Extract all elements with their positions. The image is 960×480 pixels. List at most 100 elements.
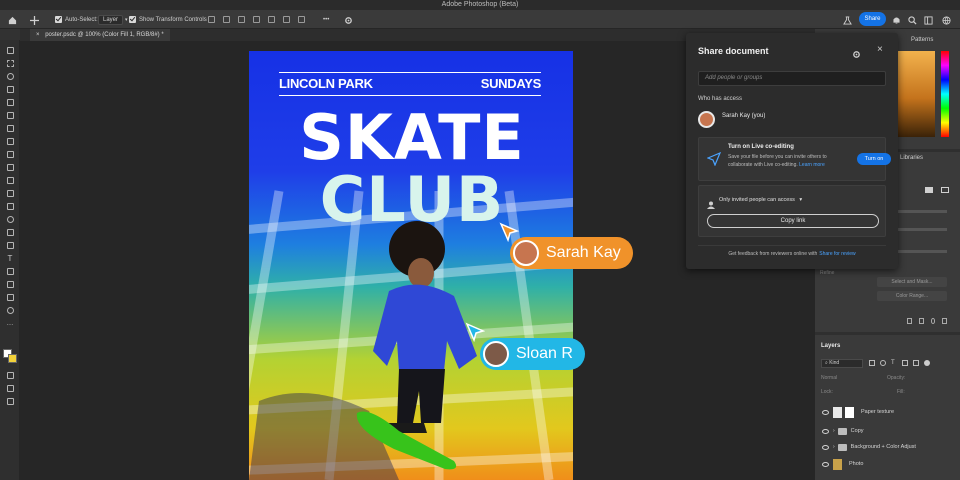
edit-toolbar-icon[interactable] [5,397,15,406]
lasso-icon[interactable] [5,72,15,81]
dodge-icon[interactable] [5,228,15,237]
layer-row[interactable]: › Background + Color Adjust [815,439,960,455]
show-transform-checkbox[interactable]: Show Transform Controls [129,10,207,29]
quick-mask-icon[interactable] [5,371,15,380]
feather-slider[interactable] [895,228,947,231]
bell-icon[interactable] [890,14,902,26]
path-select-icon[interactable] [5,267,15,276]
refine-slider[interactable] [895,250,947,253]
poster-day: SUNDAYS [480,76,542,91]
load-selection-icon[interactable] [907,318,912,324]
eye-icon[interactable] [822,461,829,467]
screen-mode-icon[interactable] [5,384,15,393]
home-icon[interactable] [6,14,18,26]
layer-row[interactable]: › Copy [815,423,960,439]
gear-icon[interactable] [852,46,861,58]
close-icon[interactable]: × [36,32,40,38]
document-tab[interactable]: × poster.psdc @ 100% (Color Fill 1, RGB/… [30,29,170,41]
layer-row[interactable]: Paper texture [815,403,960,421]
pen-icon[interactable] [5,241,15,250]
brush-icon[interactable] [5,150,15,159]
more-options-button[interactable]: ••• [323,10,329,29]
gradient-icon[interactable] [5,202,15,211]
clone-stamp-icon[interactable] [5,163,15,172]
smart-object-filter-icon[interactable] [913,360,919,366]
layer-filter-icons: T [869,360,930,366]
zoom-icon[interactable] [5,306,15,315]
share-button[interactable]: Share [859,12,886,26]
marquee-icon[interactable] [5,59,15,68]
align-middle-icon[interactable] [268,16,275,23]
adjustment-filter-icon[interactable] [880,360,886,366]
distribute-icon[interactable] [298,16,305,23]
kind-filter-dropdown[interactable]: ⌕ Kind [821,359,863,368]
align-center-icon[interactable] [223,16,230,23]
eraser-icon[interactable] [5,189,15,198]
workspace-icon[interactable] [922,14,934,26]
auto-select-dropdown[interactable]: Layer ▾ [98,10,128,29]
trash-icon[interactable] [942,318,947,324]
blur-icon[interactable] [5,215,15,224]
hand-icon[interactable] [5,293,15,302]
history-brush-icon[interactable] [5,176,15,185]
align-left-icon[interactable] [208,16,215,23]
layer-row[interactable]: Photo [815,455,960,473]
type-icon[interactable]: T [5,254,15,263]
pixel-mask-icon[interactable] [941,187,949,193]
crop-icon[interactable] [5,98,15,107]
flask-icon[interactable] [841,14,853,26]
color-range-button[interactable]: Color Range... [877,291,947,301]
turn-on-button[interactable]: Turn on [857,153,891,165]
mask-icon[interactable] [925,187,933,193]
more-tools-icon[interactable]: … [5,319,15,328]
move-tool-icon[interactable] [28,14,40,26]
frame-icon[interactable] [5,111,15,120]
layer-name: Photo [849,461,864,467]
layer-name: Copy [850,428,864,434]
learn-more-link[interactable]: Learn more [799,162,825,168]
globe-icon[interactable] [940,14,952,26]
copy-link-button[interactable]: Copy link [707,214,879,228]
align-right-icon[interactable] [238,16,245,23]
close-icon[interactable]: × [877,44,883,55]
shape-icon[interactable] [5,280,15,289]
eyedropper-icon[interactable] [5,124,15,133]
share-for-review-link[interactable]: Share for review [819,251,855,257]
layers-title: Layers [821,343,841,349]
filter-toggle-icon[interactable] [924,360,930,366]
align-top-icon[interactable] [253,16,260,23]
refine-label: Refine [820,270,835,276]
chevron-down-icon: ▾ [125,16,128,23]
tab-libraries[interactable]: Libraries [900,155,923,161]
background-color-swatch[interactable] [8,354,17,363]
add-people-input[interactable]: Add people or groups [698,71,886,86]
density-slider[interactable] [895,210,947,213]
type-filter-icon[interactable]: T [891,360,897,366]
blend-mode-dropdown[interactable]: Normal [821,375,867,383]
select-and-mask-button[interactable]: Select and Mask... [877,277,947,287]
access-level-dropdown[interactable]: Only invited people can access ▾ [719,197,802,203]
hue-slider[interactable] [941,51,949,137]
shape-filter-icon[interactable] [902,360,908,366]
eye-icon[interactable] [822,409,829,415]
color-field[interactable] [897,51,935,137]
move-icon[interactable] [5,46,15,55]
healing-brush-icon[interactable] [5,137,15,146]
quick-select-icon[interactable] [5,85,15,94]
photoshop-window: Adobe Photoshop (Beta) Auto-Select: Laye… [0,0,960,480]
apply-mask-icon[interactable] [918,318,924,324]
auto-select-checkbox[interactable]: Auto-Select: [55,10,98,29]
who-has-access-label: Who has access [698,96,743,102]
collaborator-sloan-label: Sloan R [480,338,585,370]
pixel-filter-icon[interactable] [869,360,875,366]
lock-label: Lock: [821,389,833,395]
chevron-right-icon[interactable]: › [833,428,835,434]
eye-icon[interactable] [822,444,829,450]
search-icon[interactable] [906,14,918,26]
align-bottom-icon[interactable] [283,16,290,23]
gear-icon[interactable] [342,14,354,26]
eye-icon[interactable] [822,428,829,434]
tab-patterns[interactable]: Patterns [911,37,933,43]
visibility-icon[interactable] [930,318,936,324]
chevron-right-icon[interactable]: › [833,444,835,450]
